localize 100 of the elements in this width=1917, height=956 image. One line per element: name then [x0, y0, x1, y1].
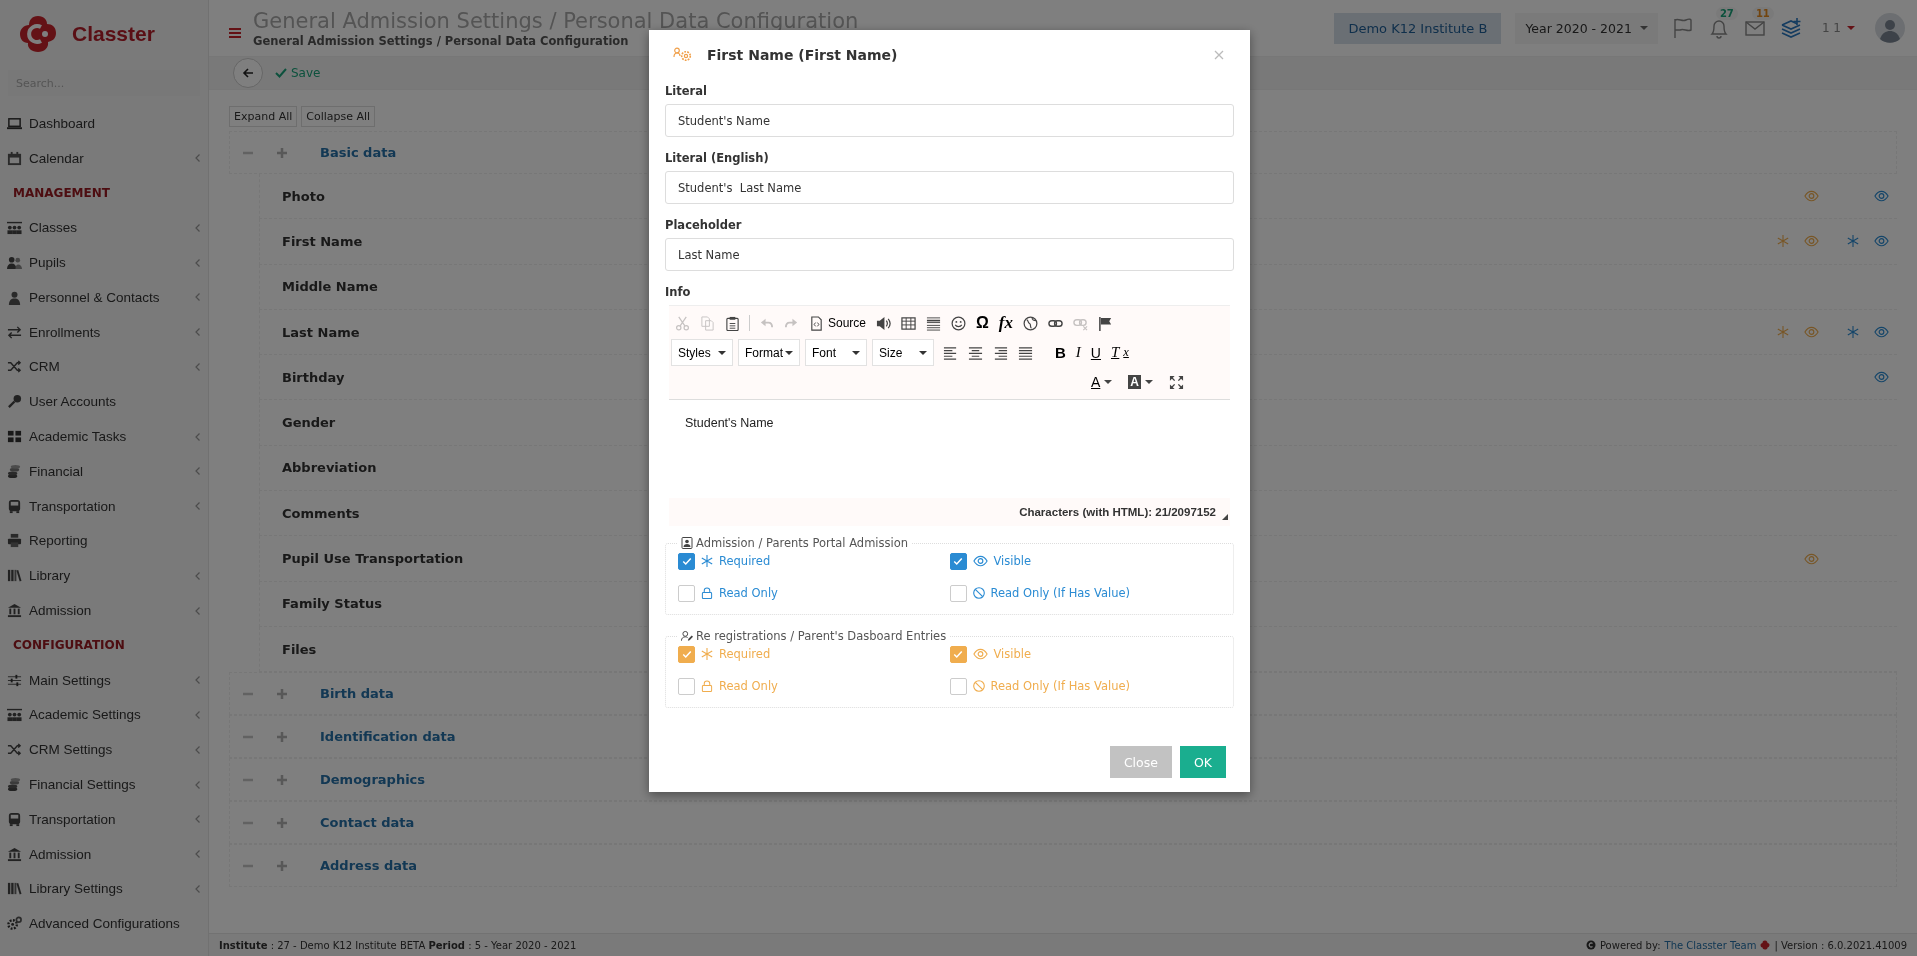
editor-content[interactable]: Student's Name [669, 400, 1230, 498]
avatar[interactable] [1875, 13, 1905, 43]
sidebar-item[interactable]: Pupils [0, 245, 208, 280]
ok-button[interactable]: OK [1179, 746, 1226, 778]
align-center-icon[interactable] [968, 345, 983, 360]
background-color-button[interactable]: A [1124, 371, 1157, 393]
year-dropdown[interactable]: Year 2020 - 2021 [1515, 12, 1658, 44]
menu-icon[interactable] [229, 28, 241, 38]
flag-icon[interactable] [1098, 315, 1114, 331]
smiley-icon[interactable] [951, 315, 967, 331]
section-title[interactable]: Address data [320, 858, 417, 874]
checkbox[interactable] [678, 645, 695, 663]
sidebar-item[interactable]: Academic Tasks [0, 419, 208, 454]
resize-handle[interactable] [1222, 514, 1228, 520]
field-label[interactable]: Middle Name [282, 279, 378, 295]
text-field[interactable]: Student's Name [665, 104, 1234, 137]
speaker-icon[interactable] [876, 315, 892, 331]
underline-button[interactable]: U [1086, 341, 1105, 364]
sidebar-item[interactable]: Enrollments [0, 314, 208, 350]
sidebar-item[interactable]: Library Settings [0, 871, 208, 907]
layers-plus-icon[interactable] [1779, 17, 1802, 39]
source-button[interactable]: Source [805, 312, 871, 334]
expand-icon[interactable] [276, 773, 288, 786]
field-label[interactable]: Last Name [282, 324, 360, 340]
sidebar-item[interactable]: Transportation [0, 488, 208, 524]
field-label[interactable]: Birthday [282, 369, 345, 385]
field-label[interactable]: Photo [282, 188, 325, 204]
text-field[interactable]: Student's Last Name [665, 171, 1234, 204]
checkbox[interactable] [678, 677, 695, 695]
close-icon[interactable] [1214, 50, 1224, 60]
sidebar-item[interactable]: CRM Settings [0, 732, 208, 768]
checkbox[interactable] [949, 584, 967, 602]
align-right-icon[interactable] [993, 345, 1008, 360]
expand-icon[interactable] [276, 859, 288, 872]
checkbox[interactable] [678, 584, 695, 602]
sidebar-item[interactable]: User Accounts [0, 384, 208, 420]
field-label[interactable]: Files [282, 641, 317, 657]
option-label[interactable]: Visible [993, 554, 1032, 568]
field-label[interactable]: Gender [282, 415, 336, 431]
field-label[interactable]: Family Status [282, 596, 382, 612]
paste-icon[interactable] [725, 315, 740, 331]
institute-button[interactable]: Demo K12 Institute B [1334, 12, 1502, 44]
justify-icon[interactable] [1018, 345, 1033, 360]
option-label[interactable]: Read Only [719, 586, 778, 600]
field-label[interactable]: Pupil Use Transportation [282, 551, 464, 566]
team-link[interactable]: The Classter Team [1664, 939, 1757, 951]
field-label[interactable]: First Name [282, 233, 363, 249]
editor-dropdown[interactable]: Size [872, 339, 934, 366]
sidebar-item[interactable]: Personnel & Contacts [0, 280, 208, 315]
section-title[interactable]: Identification data [320, 729, 456, 745]
maximize-icon[interactable] [1169, 374, 1184, 390]
option-label[interactable]: Required [719, 554, 771, 568]
expand-icon[interactable] [276, 816, 288, 829]
sidebar-item[interactable]: Financial [0, 453, 208, 489]
rule-icon[interactable] [926, 315, 942, 331]
sidebar-item[interactable]: Financial Settings [0, 767, 208, 802]
sidebar-item[interactable]: Advanced Configurations [0, 906, 208, 942]
section-title[interactable]: Contact data [320, 815, 415, 831]
sidebar-item[interactable]: Admission [0, 836, 208, 872]
collapse-all-button[interactable]: Collapse All [301, 106, 376, 127]
checkbox[interactable] [678, 552, 695, 570]
expand-icon[interactable] [276, 146, 288, 159]
text-color-button[interactable]: A [1087, 371, 1117, 393]
checkbox[interactable] [949, 677, 967, 695]
sidebar-item[interactable]: CRM [0, 349, 208, 385]
save-button[interactable]: Save [275, 66, 321, 80]
sidebar-item[interactable]: Academic Settings [0, 697, 208, 733]
sidebar-item[interactable]: Classes [0, 210, 208, 246]
expand-icon[interactable] [276, 687, 288, 700]
section-title[interactable]: Demographics [320, 772, 426, 788]
editor-dropdown[interactable]: Font [805, 339, 867, 366]
align-left-icon[interactable] [943, 345, 958, 360]
sidebar-item[interactable]: Transportation [0, 801, 208, 837]
checkbox[interactable] [949, 552, 967, 570]
section-title[interactable]: Birth data [320, 686, 394, 702]
bold-button[interactable]: B [1051, 341, 1070, 364]
sidebar-item[interactable]: Library [0, 558, 208, 594]
section-title[interactable]: Basic data [320, 145, 397, 160]
italic-button[interactable]: I [1071, 341, 1085, 364]
option-label[interactable]: Read Only (If Has Value) [990, 586, 1131, 600]
text-field[interactable]: Last Name [665, 238, 1234, 271]
special-character-button[interactable]: Ω [972, 312, 993, 334]
field-label[interactable]: Comments [282, 505, 360, 521]
sidebar-item[interactable]: Admission [0, 593, 208, 628]
sidebar-item[interactable]: Calendar [0, 140, 208, 176]
expand-icon[interactable] [276, 730, 288, 743]
sidebar-item[interactable]: Main Settings [0, 662, 208, 698]
table-icon[interactable] [901, 315, 917, 331]
expand-all-button[interactable]: Expand All [229, 106, 298, 127]
checkbox[interactable] [949, 645, 967, 663]
editor-dropdown[interactable]: Styles [671, 339, 733, 366]
sidebar-item[interactable]: Reporting [0, 523, 208, 559]
formula-button[interactable]: fx [994, 312, 1018, 334]
user-menu[interactable]: 1 1 [1815, 20, 1861, 36]
back-button[interactable] [233, 58, 263, 88]
field-label[interactable]: Abbreviation [282, 460, 377, 476]
globe-icon[interactable] [1023, 315, 1039, 331]
editor-dropdown[interactable]: Format [738, 339, 800, 366]
bell-icon[interactable] [1707, 17, 1730, 39]
sidebar-item[interactable]: Dashboard [0, 106, 208, 141]
